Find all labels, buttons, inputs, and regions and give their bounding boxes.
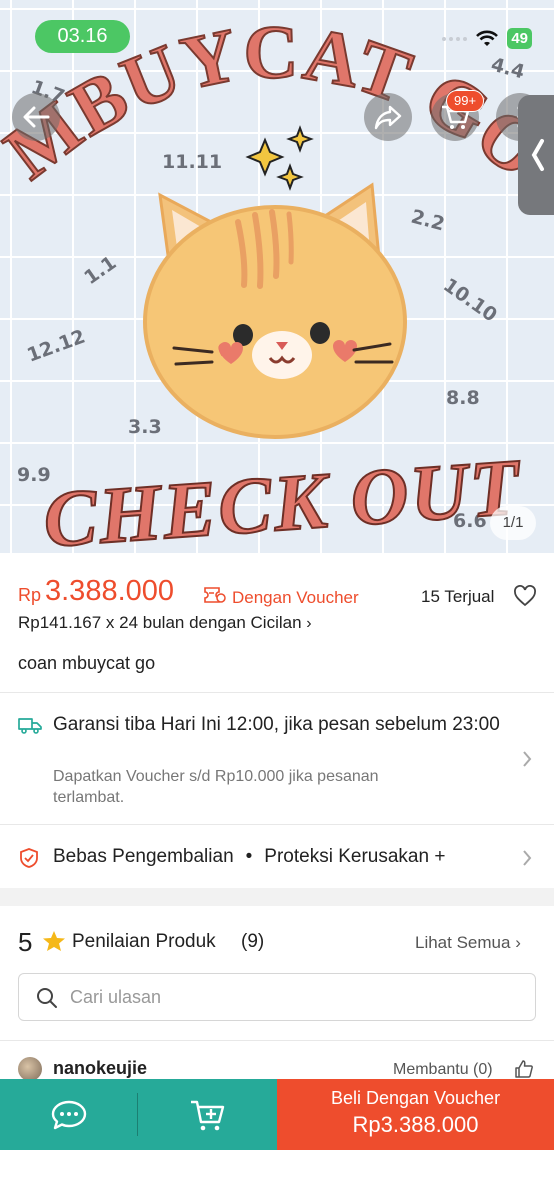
artwork-title-bottom: CHECK OUT (41, 443, 525, 553)
status-time: 03.16 (35, 20, 130, 53)
share-button[interactable] (364, 93, 412, 141)
shield-icon (20, 848, 38, 868)
star-icon (43, 931, 65, 951)
damage-protection-label: Proteksi Kerusakan + (264, 846, 446, 867)
product-name: coan mbuycat go (18, 653, 156, 673)
reviews-count: (9) (241, 931, 265, 952)
add-to-cart-button[interactable] (138, 1079, 277, 1150)
buy-button-price: Rp3.388.000 (352, 1112, 479, 1137)
artwork-date: 8.8 (446, 387, 480, 409)
product-image[interactable]: MBUYCAT GO 1.7 11.11 2.2 1.1 10.10 12.12… (0, 0, 554, 553)
chevron-left-icon (531, 139, 544, 171)
price-value: 3.388.000 (45, 575, 175, 607)
helpful-button[interactable]: Membantu (0) (393, 1061, 493, 1079)
divider (0, 692, 554, 693)
chat-icon (51, 1100, 87, 1129)
protection-labels: Bebas Pengembalian • Proteksi Kerusakan … (53, 846, 445, 868)
share-icon (374, 105, 402, 130)
bottom-action-bar: Beli Dengan Voucher Rp3.388.000 (0, 1079, 554, 1150)
see-all-label: Lihat Semua (415, 933, 511, 952)
price-row: Rp 3.388.000 Dengan Voucher 15 Terjual (18, 573, 538, 613)
see-all-reviews-link[interactable]: Lihat Semua › (415, 933, 521, 953)
artwork-date: 10.10 (439, 274, 501, 326)
artwork-date: 4.4 (489, 54, 527, 84)
divider (0, 1040, 554, 1041)
chevron-right-icon (523, 751, 532, 767)
review-search-input[interactable]: Cari ulasan (18, 973, 536, 1021)
signal-icon (442, 36, 468, 41)
artwork-date: 11.11 (162, 151, 222, 173)
chevron-right-icon: › (515, 933, 521, 952)
truck-icon (18, 718, 42, 734)
price-currency: Rp (18, 585, 42, 605)
shipping-title: Garansi tiba Hari Ini 12:00, jika pesan … (53, 714, 500, 735)
sparkle-icon (245, 125, 314, 191)
artwork-date: 3.3 (128, 416, 162, 438)
rating-value: 5 (18, 927, 33, 957)
free-return-label: Bebas Pengembalian (53, 846, 234, 867)
home-indicator-area (0, 1150, 554, 1200)
reviewer-name: nanokeujie (53, 1058, 148, 1078)
artwork-date: 1.1 (80, 252, 120, 289)
buy-with-voucher-button[interactable]: Beli Dengan Voucher Rp3.388.000 (277, 1079, 554, 1150)
divider (0, 824, 554, 825)
search-icon (37, 988, 57, 1008)
status-icons: 49 (442, 28, 532, 49)
artwork-date: 2.2 (409, 206, 447, 236)
arrow-left-icon (23, 106, 50, 128)
sold-count: 15 Terjual (421, 587, 495, 606)
cart-badge: 99+ (446, 90, 485, 112)
back-button[interactable] (12, 93, 60, 141)
heart-icon[interactable] (513, 585, 537, 607)
buy-button-label: Beli Dengan Voucher (330, 1088, 501, 1108)
chat-button[interactable] (0, 1079, 138, 1150)
thumbs-up-icon[interactable] (514, 1059, 534, 1079)
voucher-label: Dengan Voucher (232, 588, 359, 607)
battery-indicator: 49 (507, 28, 532, 49)
chevron-right-icon (523, 850, 532, 866)
bullet-separator: • (245, 846, 253, 867)
side-panel-tab[interactable] (518, 95, 554, 215)
add-to-cart-icon (190, 1100, 224, 1130)
product-artwork: MBUYCAT GO 1.7 11.11 2.2 1.1 10.10 12.12… (0, 9, 554, 553)
installment-text: Rp141.167 x 24 bulan dengan Cicilan (18, 613, 302, 632)
artwork-date: 12.12 (24, 325, 88, 366)
section-divider (0, 888, 554, 906)
image-counter: 1/1 (490, 506, 536, 540)
search-placeholder: Cari ulasan (70, 987, 162, 1007)
avatar (18, 1057, 42, 1081)
installment-info[interactable]: Rp141.167 x 24 bulan dengan Cicilan › (18, 613, 312, 633)
reviews-title: Penilaian Produk (72, 931, 216, 952)
chevron-right-icon: › (306, 615, 312, 632)
wifi-icon (476, 30, 499, 46)
shipping-subtitle: Dapatkan Voucher s/d Rp10.000 jika pesan… (53, 768, 379, 806)
cat-illustration (143, 182, 407, 439)
voucher-icon (204, 587, 226, 603)
